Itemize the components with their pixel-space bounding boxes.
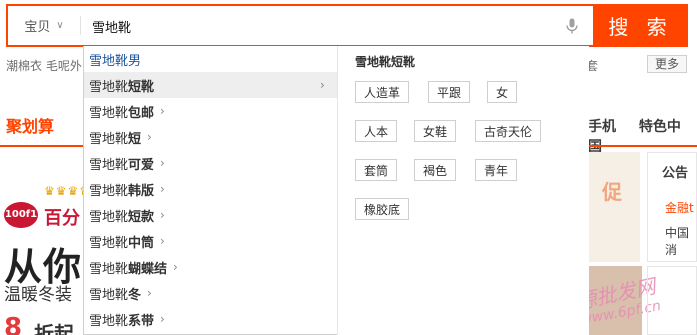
- suggestion-item[interactable]: 雪地靴 中筒 ›: [84, 228, 337, 254]
- suggestion-item[interactable]: 雪地靴 短款 ›: [84, 202, 337, 228]
- chevron-right-icon: ›: [173, 260, 178, 274]
- promo-banner-image[interactable]: 促: [588, 152, 640, 262]
- attribute-tag[interactable]: 古奇天伦: [475, 120, 542, 142]
- suggestion-suffix: 短: [128, 131, 142, 147]
- attribute-tag[interactable]: 女: [487, 81, 518, 103]
- brand-logo[interactable]: 100f1: [4, 202, 38, 228]
- suggestion-item[interactable]: 雪地靴 短靴 ›: [84, 72, 337, 98]
- attribute-tag[interactable]: 人本: [355, 120, 398, 142]
- attribute-tag[interactable]: 褐色: [414, 159, 457, 181]
- suggestion-prefix: 雪地靴: [89, 157, 129, 173]
- suggestion-prefix: 雪地靴: [89, 79, 129, 95]
- attribute-panel-title: 雪地靴短靴: [355, 55, 416, 69]
- suggestion-prefix: 雪地靴: [89, 53, 129, 69]
- suggestion-item[interactable]: 雪地靴 包邮 ›: [84, 98, 337, 124]
- suggestion-prefix: 雪地靴: [89, 131, 129, 147]
- chevron-down-icon: ∨: [56, 20, 64, 31]
- chevron-right-icon: ›: [160, 156, 165, 170]
- nav-item-phone[interactable]: 手机: [588, 119, 616, 135]
- attribute-tag[interactable]: 女鞋: [414, 120, 457, 142]
- suggestion-item[interactable]: 雪地靴 蝴蝶结 ›: [84, 254, 337, 280]
- chevron-right-icon: ›: [160, 312, 165, 326]
- attribute-panel: 雪地靴短靴 人造革 平跟女人本 女鞋 古奇天伦套筒 褐色 青年橡胶底: [338, 46, 589, 335]
- notice-title: 公告: [662, 166, 689, 181]
- suggestion-suffix: 系带: [128, 313, 155, 329]
- microphone-icon[interactable]: [563, 17, 581, 35]
- search-input[interactable]: [92, 15, 552, 37]
- chevron-right-icon: ›: [147, 130, 152, 144]
- chevron-right-icon: ›: [160, 234, 165, 248]
- attribute-tag[interactable]: 橡胶底: [355, 198, 410, 220]
- suggestion-prefix: 雪地靴: [89, 183, 129, 199]
- chevron-right-icon: ›: [160, 104, 165, 118]
- scope-divider: [80, 16, 81, 35]
- notice-panel-lower: [647, 266, 697, 335]
- search-scope-label: 宝贝: [24, 20, 51, 35]
- chevron-right-icon: ›: [160, 182, 165, 196]
- suggestion-suffix: 中筒: [128, 235, 155, 251]
- hot-words[interactable]: 潮棉衣 毛呢外: [6, 57, 82, 74]
- chevron-right-icon: ›: [147, 286, 152, 300]
- suggestion-prefix: 雪地靴: [89, 105, 129, 121]
- chevron-right-icon: ›: [320, 78, 325, 92]
- attribute-tag[interactable]: 青年: [475, 159, 518, 181]
- suggestion-prefix: 雪地靴: [89, 313, 129, 329]
- promo-banner-text: 促: [602, 180, 622, 204]
- suggestion-item[interactable]: 雪地靴 男: [84, 46, 337, 72]
- suggestion-prefix: 雪地靴: [89, 261, 129, 277]
- search-scope-select[interactable]: 宝贝 ∨: [8, 6, 80, 45]
- more-button[interactable]: 更多: [647, 55, 687, 73]
- suggestion-suffix: 可爱: [128, 157, 155, 173]
- suggestion-item[interactable]: 雪地靴 系带 ›: [84, 306, 337, 332]
- suggestion-suffix: 短款: [128, 209, 155, 225]
- suggestion-suffix: 冬: [128, 287, 142, 303]
- suggestion-item[interactable]: 雪地靴冬 ›: [84, 280, 337, 306]
- attribute-tag[interactable]: 套筒: [355, 159, 398, 181]
- attribute-tag[interactable]: 人造革: [355, 81, 410, 103]
- promo-discount-word: 折起: [34, 322, 74, 335]
- suggestion-prefix: 雪地靴: [89, 235, 129, 251]
- suggestion-prefix: 雪地靴: [89, 209, 129, 225]
- suggestion-item[interactable]: 雪地靴 可爱 ›: [84, 150, 337, 176]
- chevron-right-icon: ›: [160, 208, 165, 222]
- suggestion-suffix: 男: [128, 53, 142, 69]
- notice-link-1[interactable]: 金融t: [665, 199, 694, 216]
- suggestion-suffix: 包邮: [128, 105, 155, 121]
- suggestion-suffix: 蝴蝶结: [128, 261, 168, 277]
- nav-right: 手机 特色中国: [588, 116, 697, 156]
- nav-item-juhuasuan[interactable]: 聚划算: [6, 113, 54, 137]
- suggestion-suffix: 韩版: [128, 183, 155, 199]
- attribute-tag[interactable]: 平跟: [428, 81, 471, 103]
- suggestion-prefix: 雪地靴: [89, 287, 129, 303]
- promo-discount-digit: 8: [4, 313, 23, 335]
- search-button[interactable]: 搜 索: [593, 6, 688, 45]
- suggestion-suffix: 短靴: [128, 79, 155, 95]
- search-bar: 宝贝 ∨ 搜 索: [6, 4, 688, 47]
- suggestion-item[interactable]: 雪地靴短 ›: [84, 124, 337, 150]
- promo-subline: 温暖冬装: [4, 285, 72, 305]
- suggestion-list: 雪地靴 男雪地靴 短靴 › 雪地靴 包邮 › 雪地靴短 › 雪地靴 可爱 › 雪地靴 韩版 › 雪地靴 短款 ›…: [84, 46, 337, 335]
- notice-link-2[interactable]: 中国消: [665, 224, 697, 258]
- suggestion-item[interactable]: 雪地靴 韩版 ›: [84, 176, 337, 202]
- search-suggestions-dropdown: 雪地靴 男雪地靴 短靴 › 雪地靴 包邮 › 雪地靴短 › 雪地靴 可爱 › 雪地靴 韩版 › 雪地靴 短款 ›…: [83, 46, 589, 335]
- brand-name[interactable]: 百分: [44, 204, 80, 230]
